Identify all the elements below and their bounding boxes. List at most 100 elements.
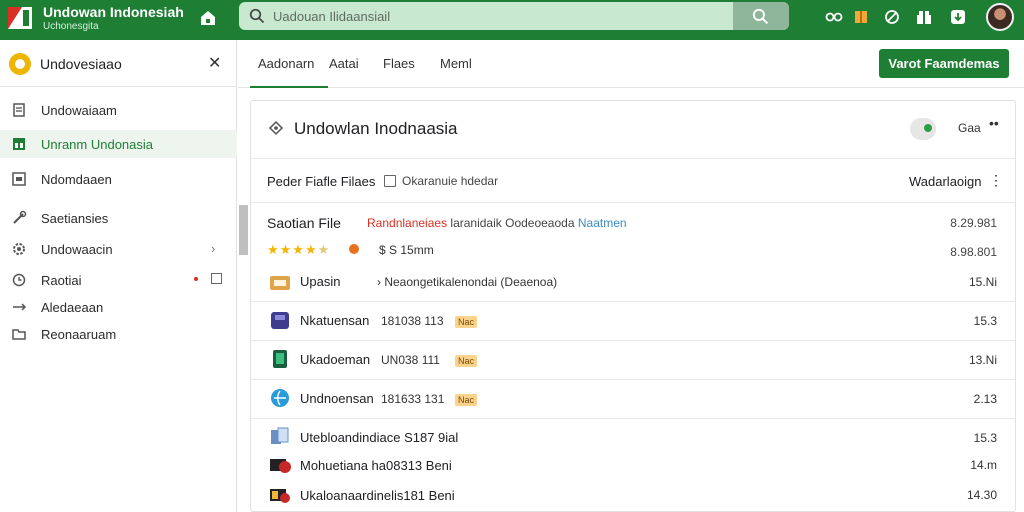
cube-icon [271,312,289,329]
sidebar-item-6[interactable]: Raotiai [0,266,237,294]
tag-blue[interactable]: Naatmen [578,216,627,230]
active-tab-indicator [250,86,328,88]
divider [251,202,1015,203]
kebab-menu-icon[interactable]: ⋮ [989,172,1003,189]
package-icon[interactable] [852,9,870,25]
tab-3[interactable]: Flaes [383,56,415,71]
arrow-icon [13,303,27,311]
tab-4[interactable]: Meml [440,56,472,71]
home-icon[interactable] [198,8,218,28]
row-name: Mohuetiana ha08313 Beni [300,458,452,473]
row-name: Ukadoeman [300,352,371,367]
row-name: Nkatuensan [300,313,370,328]
sidebar-item-label: Undowaiaam [41,103,117,118]
list-item[interactable]: Upasin › Neaongetikalenondai (Deaenoa) 1… [251,263,1015,301]
document-icon [13,103,25,117]
download-icon[interactable] [949,9,967,25]
tools-icon [13,210,27,224]
search-button[interactable] [733,2,789,30]
status-toggle[interactable] [910,118,936,140]
phone-icon [273,350,287,368]
tag-gray: laranidaik Oodeoeaoda [450,216,575,230]
row-badge: Nac [455,316,478,328]
filter-text: Okaranuie hdedar [402,174,499,188]
sidebar: Undovesiaao ✕ Undowaiaam Unranm Undonasi… [0,40,237,512]
app-subtitle: Uchonesgita [43,21,99,32]
rating-badge-icon [349,244,359,254]
row-code: 181038 113 [381,314,444,328]
sidebar-header: Undovesiaao ✕ [0,40,237,87]
clock-icon [12,273,26,287]
row-number: 2.13 [973,392,997,406]
row-number: 15.3 [973,431,997,445]
sidebar-item-7[interactable]: Aledaeaan [0,293,237,321]
sidebar-item-label: Aledaeaan [41,300,104,315]
sidebar-item-4[interactable]: Saetiansies [0,204,237,232]
search-bar [239,2,789,30]
sort-label[interactable]: Wadarlaoign [909,174,982,189]
tab-2[interactable]: Aatai [329,56,359,71]
sidebar-item-label: Saetiansies [41,211,109,226]
row-number: 15.Ni [968,275,997,289]
row-number: 14.m [970,458,997,472]
close-icon[interactable]: ✕ [208,53,221,73]
sidebar-item-label: Undowaacin [41,242,113,257]
primary-action-button[interactable]: Varot Faamdemas [879,49,1009,78]
sidebar-item-5[interactable]: Undowaacin › [0,235,237,263]
app-logo-icon[interactable] [8,7,32,29]
section-value: 8.29.981 [950,216,997,230]
more-icon[interactable]: •• [989,115,999,131]
share-icon[interactable] [825,9,843,25]
section-title: Saotian File [267,215,341,231]
app-title: Undowan Indonesiah [43,4,184,20]
avatar[interactable] [986,3,1014,31]
workspace-icon [9,53,31,75]
sidebar-header-label: Undovesiaao [40,56,122,72]
gift-icon[interactable] [915,9,933,25]
sidebar-item-label: Unranm Undonasia [41,137,154,152]
row-number: 13.Ni [968,353,997,367]
sidebar-item-2[interactable]: Unranm Undonasia [0,130,237,158]
sidebar-item-3[interactable]: Ndomdaaen [0,165,237,193]
sidebar-item-1[interactable]: Undowaiaam [0,96,237,124]
row-name: Ukaloanaardinelis181 Beni [300,488,455,503]
sidebar-item-8[interactable]: Reonaaruam [0,320,237,348]
card-title: Undowlan Inodnaasia [294,119,458,138]
filter-label: Peder Fiafle Filaes [267,174,376,189]
media-icon [270,459,291,473]
list-item[interactable]: Ukadoeman UN038 111 Nac 13.Ni [251,341,1015,379]
scrollbar-thumb[interactable] [239,205,248,255]
row-name: Utebloandindiace S187 9ial [300,430,459,445]
files-icon [271,427,289,444]
video-icon [270,489,290,503]
list-item[interactable]: Ukaloanaardinelis181 Beni 14.30 [251,480,1015,512]
tab-1[interactable]: Aadonarn [258,56,314,71]
row-number: 14.30 [966,488,997,502]
row-number: 15.3 [973,314,997,328]
content-card: Undowlan Inodnaasia Gaa •• Peder Fiafle … [250,100,1016,512]
row-desc: › Neaongetikalenondai (Deaenoa) [377,275,558,289]
list-item[interactable]: Undnoensan 181633 131 Nac 2.13 [251,380,1015,418]
row-name: Undnoensan [300,391,374,406]
sidebar-item-label: Ndomdaaen [41,172,112,187]
section-value: 8.98.801 [950,245,997,259]
section-tags: Randnlaneiaes laranidaik Oodeoeaoda Naat… [367,216,627,230]
divider [251,158,1015,159]
row-name: Upasin [300,274,341,289]
tag-red[interactable]: Randnlaneiaes [367,216,447,230]
filter-checkbox[interactable] [384,175,396,187]
notification-dot [194,277,198,281]
folder-icon [12,329,26,340]
image-icon [12,172,26,186]
tag-icon [268,120,284,136]
search-icon [249,8,265,24]
settings-icon [13,243,25,255]
checkbox-icon[interactable] [211,273,222,284]
list-item[interactable]: Nkatuensan 181038 113 Nac 15.3 [251,302,1015,340]
search-input[interactable] [273,6,713,26]
globe-icon [271,389,289,407]
search-icon [752,8,769,25]
card-meta: Gaa [958,121,981,135]
row-badge: Nac [455,355,478,367]
edit-icon[interactable] [883,9,901,25]
